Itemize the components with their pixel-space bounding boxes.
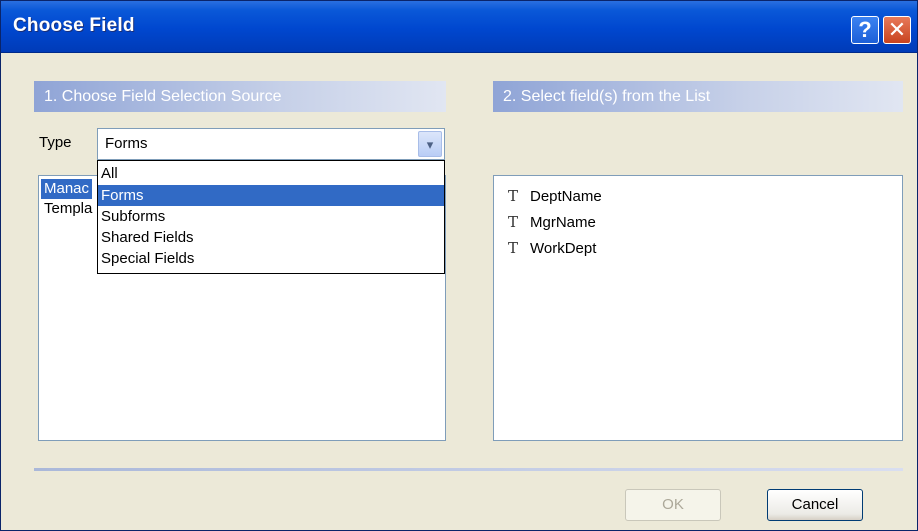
dropdown-option-shared-fields[interactable]: Shared Fields (98, 227, 444, 248)
text-field-icon: T (508, 239, 519, 257)
help-button[interactable]: ? (851, 16, 879, 44)
dropdown-option-forms[interactable]: Forms (98, 185, 444, 206)
field-list-item[interactable]: T DeptName (508, 185, 602, 207)
cancel-button[interactable]: Cancel (767, 489, 863, 521)
type-dropdown-list: All Forms Subforms Shared Fields Special… (97, 160, 445, 274)
type-label: Type (39, 134, 72, 151)
dropdown-option-all[interactable]: All (98, 163, 444, 184)
dropdown-option-special-fields[interactable]: Special Fields (98, 248, 444, 269)
source-list-item[interactable]: Manac (41, 179, 93, 199)
divider (34, 468, 903, 471)
field-name: WorkDept (530, 240, 597, 257)
close-button[interactable]: ✕ (883, 16, 911, 44)
type-select-value: Forms (105, 135, 148, 152)
dropdown-option-subforms[interactable]: Subforms (98, 206, 444, 227)
field-name: MgrName (530, 214, 596, 231)
text-field-icon: T (508, 187, 519, 205)
text-field-icon: T (508, 213, 519, 231)
type-select[interactable]: Forms ▾ (97, 128, 445, 160)
chevron-down-icon[interactable]: ▾ (418, 131, 442, 157)
field-list[interactable]: T DeptName T MgrName T WorkDept (493, 175, 903, 441)
field-list-item[interactable]: T WorkDept (508, 237, 596, 259)
field-name: DeptName (530, 188, 602, 205)
field-list-item[interactable]: T MgrName (508, 211, 596, 233)
dialog-title: Choose Field (13, 15, 135, 36)
choose-field-dialog: Choose Field ? ✕ 1. Choose Field Selecti… (0, 0, 918, 531)
source-list-item[interactable]: Templa (41, 199, 95, 219)
ok-button[interactable]: OK (625, 489, 721, 521)
section-header-fields: 2. Select field(s) from the List (493, 81, 903, 112)
title-bar[interactable]: Choose Field ? ✕ (1, 1, 917, 53)
section-header-source: 1. Choose Field Selection Source (34, 81, 446, 112)
